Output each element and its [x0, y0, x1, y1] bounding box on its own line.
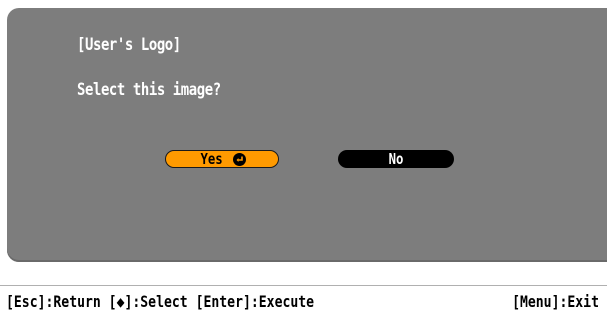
yes-button[interactable]: Yes	[165, 150, 279, 168]
yes-button-label: Yes	[200, 150, 223, 168]
no-button[interactable]: No	[338, 150, 454, 168]
dialog-message: Select this image?	[77, 80, 221, 100]
enter-key-icon	[233, 152, 247, 166]
help-bar-left-text: [Esc]:Return [◆]:Select [Enter]:Execute	[6, 292, 315, 311]
no-button-label: No	[388, 150, 404, 168]
help-bar-exit-text: [Menu]:Exit	[512, 292, 599, 311]
confirm-dialog: [User's Logo] Select this image? Yes No	[7, 8, 607, 262]
help-bar: [Esc]:Return [◆]:Select [Enter]:Execute …	[0, 285, 607, 317]
dialog-title: [User's Logo]	[77, 35, 181, 55]
